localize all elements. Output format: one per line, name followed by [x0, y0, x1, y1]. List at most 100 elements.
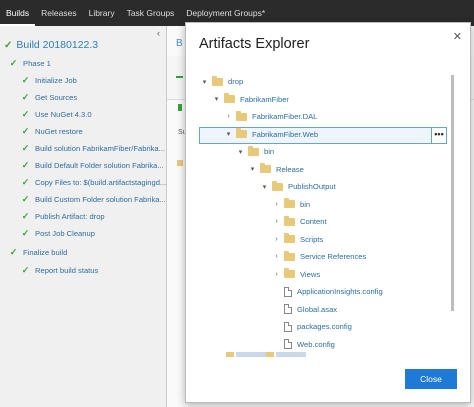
- folder-icon: [236, 110, 247, 121]
- tab-library[interactable]: Library: [83, 0, 121, 26]
- chevron-right-icon[interactable]: ›: [272, 271, 281, 278]
- step-label: Build solution FabrikamFiber/Fabrika...: [35, 143, 165, 153]
- chevron-down-icon[interactable]: ▾: [260, 183, 269, 191]
- check-icon: ✓: [21, 108, 30, 119]
- tree-folder-item[interactable]: › Content: [272, 213, 327, 230]
- folder-icon: [177, 160, 183, 166]
- chevron-right-icon[interactable]: ›: [272, 253, 281, 260]
- chevron-right-icon[interactable]: ›: [272, 236, 281, 243]
- step-row[interactable]: ✓ Build solution FabrikamFiber/Fabrika...: [20, 140, 165, 156]
- tree-item-label: bin: [264, 147, 275, 156]
- tree-scrollbar[interactable]: [451, 71, 454, 355]
- folder-icon: [236, 128, 247, 138]
- tree-folder-item[interactable]: › bin: [272, 196, 310, 213]
- step-row[interactable]: ✓ Publish Artifact: drop: [20, 208, 105, 224]
- tree-item-label: Content: [300, 217, 327, 226]
- tree-folder-item[interactable]: ▾ Release: [248, 161, 304, 178]
- check-icon: ✓: [21, 91, 30, 102]
- step-label: Publish Artifact: drop: [35, 211, 105, 221]
- tree-item-label: FabrikamFiber.DAL: [252, 112, 318, 121]
- check-icon: ✓: [21, 74, 30, 85]
- chevron-down-icon[interactable]: ▾: [200, 78, 209, 86]
- tree-folder-item[interactable]: › Scripts: [272, 231, 323, 248]
- step-label: Copy Files to: $(build.artifactstagingd.…: [35, 177, 167, 187]
- tree-folder-item[interactable]: › Service References: [272, 248, 366, 265]
- tree-item-label: packages.config: [297, 322, 352, 331]
- tree-folder-item[interactable]: ▾ drop: [200, 73, 243, 90]
- check-icon: ✓: [9, 246, 18, 257]
- chevron-right-icon[interactable]: ›: [224, 113, 233, 120]
- status-mark: [178, 104, 182, 111]
- folder-icon: [212, 75, 223, 86]
- tree-folder-item[interactable]: ▾ FabrikamFiber.Web: [224, 126, 318, 143]
- tree-item-label: Web.config: [297, 339, 335, 349]
- status-mark: [176, 76, 183, 78]
- step-label: Use NuGet 4.3.0: [35, 109, 92, 119]
- chevron-down-icon[interactable]: ▾: [212, 95, 221, 103]
- step-row[interactable]: ✓ Post Job Cleanup: [20, 225, 95, 241]
- step-row[interactable]: ✓ NuGet restore: [20, 123, 83, 139]
- tree-item-label: FabrikamFiber.Web: [252, 129, 319, 139]
- chevron-right-icon[interactable]: ›: [272, 218, 281, 225]
- build-title[interactable]: ✓ Build 20180122.3: [4, 39, 98, 51]
- tree-item-label: bin: [300, 199, 311, 209]
- tree-file-item[interactable]: packages.config: [272, 318, 352, 335]
- phase-row[interactable]: ✓ Phase 1: [8, 55, 51, 71]
- tree-folder-item[interactable]: ▾ PublishOutput: [260, 178, 336, 195]
- tab-task-groups[interactable]: Task Groups: [121, 0, 181, 26]
- artifact-tree: ▾ drop ▾ FabrikamFiber › FabrikamFiber.DAL ▾ Fa…: [186, 71, 470, 355]
- summary-title-fragment: B: [176, 38, 183, 49]
- step-row[interactable]: ✓ Use NuGet 4.3.0: [20, 106, 92, 122]
- chevron-down-icon[interactable]: ▾: [236, 148, 245, 156]
- check-icon: ✓: [21, 142, 30, 153]
- tree-item-label: Release: [276, 164, 304, 174]
- folder-icon: [284, 233, 295, 243]
- chevron-down-icon[interactable]: ▾: [248, 165, 257, 173]
- tree-file-item[interactable]: Web.config: [272, 336, 335, 353]
- step-row[interactable]: ✓ Initialize Job: [20, 72, 77, 88]
- step-label: Build Default Folder solution Fabrika...: [35, 160, 164, 170]
- tree-folder-item[interactable]: ▾ bin: [236, 143, 274, 160]
- tree-item-label: Global.asax: [297, 304, 338, 314]
- scrollbar-thumb[interactable]: [451, 75, 454, 311]
- tree-folder-item[interactable]: › FabrikamFiber.DAL: [224, 108, 317, 125]
- folder-icon: [284, 250, 295, 261]
- tree-file-item[interactable]: ApplicationInsights.config: [272, 283, 383, 300]
- step-label: NuGet restore: [35, 126, 83, 136]
- tree-item-label: ApplicationInsights.config: [297, 287, 383, 296]
- tree-file-item[interactable]: Global.asax: [272, 301, 337, 318]
- check-icon: ✓: [21, 193, 30, 204]
- step-row[interactable]: ✓ Build Default Folder solution Fabrika..…: [20, 157, 164, 173]
- file-icon: [284, 286, 292, 297]
- tree-item-label: drop: [228, 77, 244, 86]
- folder-icon: [248, 145, 259, 156]
- step-row[interactable]: ✓ Copy Files to: $(build.artifactstagingd…: [20, 174, 166, 190]
- step-row[interactable]: ✓ Get Sources: [20, 89, 78, 105]
- tab-releases[interactable]: Releases: [35, 0, 82, 26]
- close-icon[interactable]: ✕: [453, 30, 462, 43]
- step-label: Initialize Job: [35, 75, 77, 85]
- tree-item-label: Scripts: [300, 234, 324, 244]
- check-icon: ✓: [21, 176, 30, 187]
- dialog-title: Artifacts Explorer: [199, 36, 310, 52]
- chevron-down-icon[interactable]: ▾: [224, 130, 233, 138]
- collapse-chevron-icon[interactable]: ‹: [157, 28, 160, 38]
- folder-icon: [284, 198, 295, 208]
- check-icon: ✓: [21, 125, 30, 136]
- file-icon: [284, 321, 292, 332]
- tree-folder-item[interactable]: › Views: [272, 266, 320, 283]
- file-icon: [284, 304, 292, 314]
- step-row[interactable]: ✓ Report build status: [20, 262, 99, 278]
- step-row[interactable]: ✓ Build Custom Folder solution Fabrika...: [20, 191, 166, 207]
- finalize-row[interactable]: ✓ Finalize build: [8, 244, 68, 260]
- partially-visible-tree-row: [226, 352, 316, 357]
- step-label: Get Sources: [35, 92, 78, 102]
- artifacts-explorer-dialog: Artifacts Explorer ✕ ••• ▾ drop ▾ FabrikamF…: [185, 22, 471, 403]
- tree-folder-item[interactable]: ▾ FabrikamFiber: [212, 91, 289, 108]
- close-button[interactable]: Close: [405, 369, 457, 389]
- chevron-right-icon[interactable]: ›: [272, 201, 281, 208]
- check-icon: ✓: [4, 39, 13, 51]
- tab-builds[interactable]: Builds: [0, 0, 36, 26]
- tree-item-label: FabrikamFiber: [240, 94, 289, 104]
- check-icon: ✓: [21, 264, 30, 275]
